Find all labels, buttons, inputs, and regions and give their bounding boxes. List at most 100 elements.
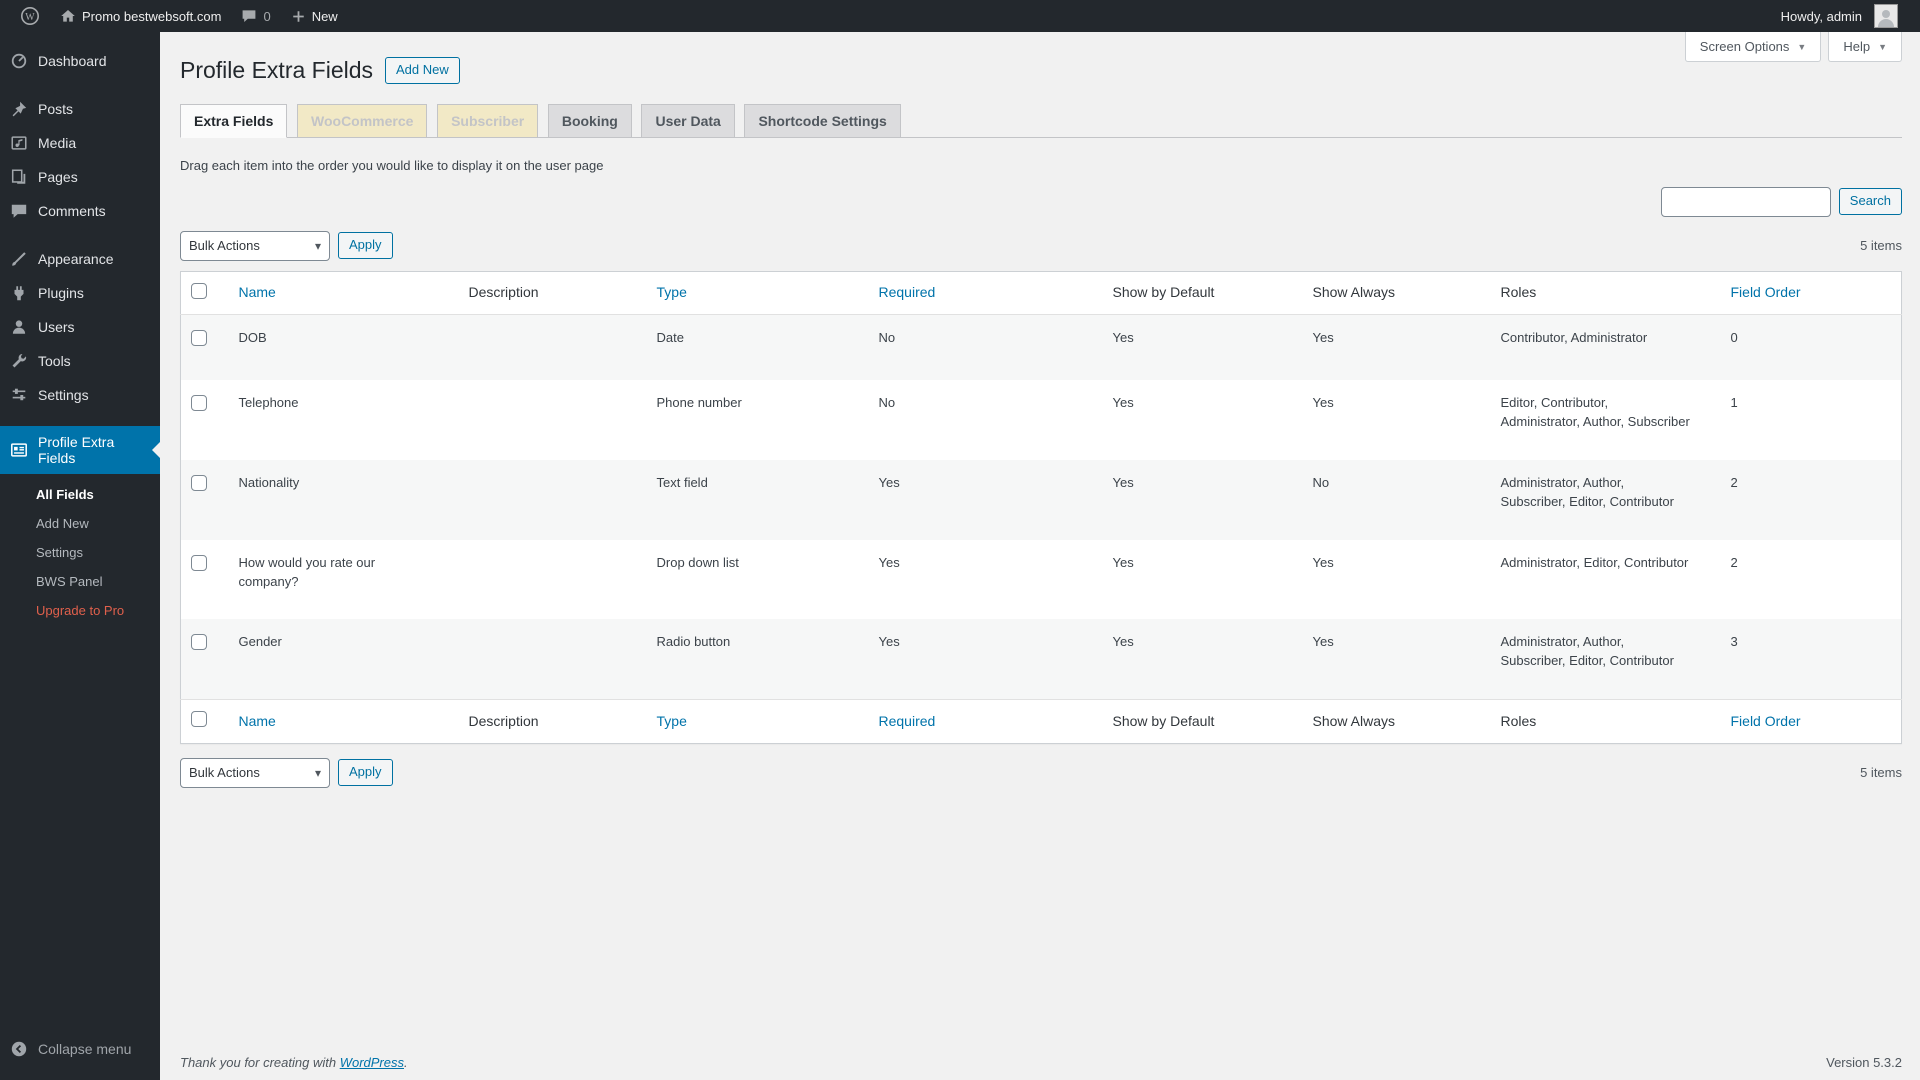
table-row: Nationality Text field Yes Yes No Admini… xyxy=(181,460,1902,540)
column-header-type[interactable]: Type xyxy=(647,271,869,315)
sidebar-item-dashboard[interactable]: Dashboard xyxy=(0,44,160,78)
column-header-required[interactable]: Required xyxy=(869,271,1103,315)
wordpress-logo-icon: W xyxy=(20,6,40,26)
submenu-item-add-new[interactable]: Add New xyxy=(0,509,160,538)
row-checkbox[interactable] xyxy=(191,555,207,571)
tab-extra-fields[interactable]: Extra Fields xyxy=(180,104,287,138)
tab-subscriber[interactable]: Subscriber xyxy=(437,104,538,138)
cell-roles: Administrator, Author, Subscriber, Edito… xyxy=(1501,474,1691,512)
wordpress-logo-button[interactable]: W xyxy=(10,0,50,32)
new-content-menu[interactable]: New xyxy=(281,0,348,32)
submenu-item-settings[interactable]: Settings xyxy=(0,538,160,567)
wordpress-link[interactable]: WordPress xyxy=(340,1055,404,1070)
cell-name: Nationality xyxy=(239,474,300,493)
search-button[interactable]: Search xyxy=(1839,188,1902,215)
sidebar-item-label: Appearance xyxy=(38,251,114,267)
cell-show-always: Yes xyxy=(1303,540,1491,620)
sidebar-item-media[interactable]: Media xyxy=(0,126,160,160)
cell-name: Telephone xyxy=(239,394,299,413)
sidebar-item-pages[interactable]: Pages xyxy=(0,160,160,194)
submenu-item-bws-panel[interactable]: BWS Panel xyxy=(0,567,160,596)
cell-required: No xyxy=(869,380,1103,460)
wrench-icon xyxy=(10,352,28,370)
sidebar-item-profile-extra-fields[interactable]: Profile Extra Fields xyxy=(0,426,160,474)
cell-field-order: 3 xyxy=(1721,619,1902,699)
select-all-checkbox[interactable] xyxy=(191,711,207,727)
sidebar-item-label: Pages xyxy=(38,169,78,185)
column-header-required[interactable]: Required xyxy=(869,700,1103,744)
comments-menu[interactable]: 0 xyxy=(231,0,280,32)
cell-type: Radio button xyxy=(647,619,869,699)
column-header-show-by-default: Show by Default xyxy=(1103,271,1303,315)
submenu-item-all-fields[interactable]: All Fields xyxy=(0,480,160,509)
bulk-actions-select[interactable]: Bulk Actions xyxy=(180,231,330,261)
site-name-menu[interactable]: Promo bestwebsoft.com xyxy=(50,0,231,32)
bulk-actions-group: Bulk Actions Apply xyxy=(180,758,393,788)
sidebar-item-label: Dashboard xyxy=(38,53,107,69)
plus-icon xyxy=(291,9,306,24)
sidebar-item-users[interactable]: Users xyxy=(0,310,160,344)
row-checkbox[interactable] xyxy=(191,330,207,346)
tab-bar: Extra Fields WooCommerce Subscriber Book… xyxy=(180,104,1902,138)
column-header-roles: Roles xyxy=(1491,271,1721,315)
bulk-actions-select-wrap: Bulk Actions xyxy=(180,758,330,788)
column-header-type[interactable]: Type xyxy=(647,700,869,744)
sidebar-item-label: Settings xyxy=(38,387,89,403)
column-header-field-order[interactable]: Field Order xyxy=(1721,700,1902,744)
tab-woocommerce[interactable]: WooCommerce xyxy=(297,104,427,138)
sidebar-item-appearance[interactable]: Appearance xyxy=(0,242,160,276)
sidebar-item-label: Tools xyxy=(38,353,71,369)
sidebar-item-comments[interactable]: Comments xyxy=(0,194,160,228)
cell-field-order: 2 xyxy=(1721,540,1902,620)
items-count: 5 items xyxy=(1860,238,1902,253)
cell-type: Drop down list xyxy=(647,540,869,620)
admin-footer: Thank you for creating with WordPress. V… xyxy=(180,1055,1902,1070)
avatar xyxy=(1874,4,1898,28)
home-icon xyxy=(60,8,76,24)
screen-options-button[interactable]: Screen Options ▼ xyxy=(1685,32,1822,62)
cell-name: How would you rate our company? xyxy=(239,554,379,592)
cell-roles: Editor, Contributor, Administrator, Auth… xyxy=(1501,394,1691,432)
footer-thanks-suffix: . xyxy=(404,1055,408,1070)
select-all-checkbox[interactable] xyxy=(191,283,207,299)
column-header-field-order[interactable]: Field Order xyxy=(1721,271,1902,315)
cell-roles: Administrator, Author, Subscriber, Edito… xyxy=(1501,633,1691,671)
cell-show-by-default: Yes xyxy=(1103,540,1303,620)
tab-user-data[interactable]: User Data xyxy=(641,104,734,138)
column-header-name[interactable]: Name xyxy=(229,700,459,744)
tab-booking[interactable]: Booking xyxy=(548,104,632,138)
sidebar-item-tools[interactable]: Tools xyxy=(0,344,160,378)
chevron-down-icon: ▼ xyxy=(1878,42,1887,52)
row-checkbox[interactable] xyxy=(191,634,207,650)
cell-required: No xyxy=(869,315,1103,380)
row-checkbox[interactable] xyxy=(191,475,207,491)
tab-shortcode-settings[interactable]: Shortcode Settings xyxy=(744,104,900,138)
search-row: Search xyxy=(180,187,1902,217)
collapse-menu-button[interactable]: Collapse menu xyxy=(0,1032,160,1066)
bulk-actions-select[interactable]: Bulk Actions xyxy=(180,758,330,788)
screen-options-label: Screen Options xyxy=(1700,39,1790,54)
row-checkbox[interactable] xyxy=(191,395,207,411)
apply-button[interactable]: Apply xyxy=(338,759,393,786)
comments-icon xyxy=(10,202,28,220)
sidebar-item-label: Profile Extra Fields xyxy=(38,434,152,466)
submenu-item-upgrade-to-pro[interactable]: Upgrade to Pro xyxy=(0,596,160,625)
apply-button[interactable]: Apply xyxy=(338,232,393,259)
add-new-button[interactable]: Add New xyxy=(385,57,460,84)
column-header-name[interactable]: Name xyxy=(229,271,459,315)
admin-bar: W Promo bestwebsoft.com 0 New Howdy, adm… xyxy=(0,0,1920,32)
cell-description xyxy=(459,460,647,540)
page-header: Profile Extra Fields Add New xyxy=(180,32,1902,86)
table-footer: Name Description Type Required Show by D… xyxy=(181,700,1902,744)
column-header-roles: Roles xyxy=(1491,700,1721,744)
help-button[interactable]: Help ▼ xyxy=(1828,32,1902,62)
sidebar-item-plugins[interactable]: Plugins xyxy=(0,276,160,310)
my-account-menu[interactable]: Howdy, admin xyxy=(1771,0,1908,32)
search-input[interactable] xyxy=(1661,187,1831,217)
sidebar-item-posts[interactable]: Posts xyxy=(0,92,160,126)
sidebar-item-label: Comments xyxy=(38,203,106,219)
bulk-actions-select-wrap: Bulk Actions xyxy=(180,231,330,261)
id-card-icon xyxy=(10,441,28,459)
comments-count: 0 xyxy=(263,9,270,24)
sidebar-item-settings[interactable]: Settings xyxy=(0,378,160,412)
